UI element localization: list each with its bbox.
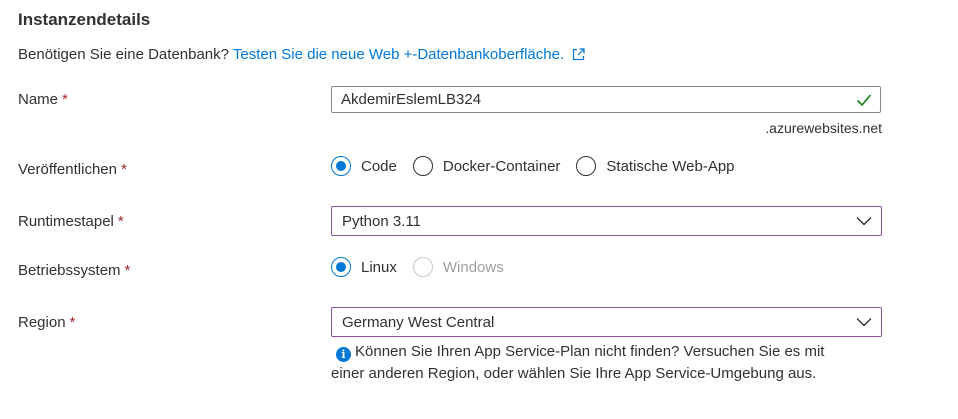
section-title: Instanzendetails [18, 10, 151, 29]
region-label-text: Region [18, 314, 66, 331]
os-label-text: Betriebssystem [18, 262, 121, 279]
database-hint: Benötigen Sie eine Datenbank? Testen Sie… [18, 46, 585, 63]
chevron-down-icon [856, 217, 872, 226]
region-dropdown-value: Germany West Central [342, 314, 495, 331]
required-marker: * [117, 213, 124, 230]
publish-option-docker[interactable]: Docker-Container [412, 156, 561, 176]
required-marker: * [69, 314, 76, 331]
region-info-line: i Können Sie Ihren App Service-Plan nicht… [331, 341, 891, 363]
chevron-down-icon [856, 318, 872, 327]
region-info-message: i Können Sie Ihren App Service-Plan nicht… [331, 341, 891, 385]
radio-checked-icon[interactable] [331, 156, 351, 176]
publish-label-text: Veröffentlichen [18, 161, 117, 178]
publish-option-static-web-app[interactable]: Statische Web-App [576, 156, 735, 176]
publish-option-label: Docker-Container [442, 157, 561, 175]
runtime-dropdown-value: Python 3.11 [342, 213, 421, 230]
domain-suffix: .azurewebsites.net [765, 120, 882, 136]
region-info-line: einer anderen Region, oder wählen Sie Ih… [331, 365, 817, 382]
publish-radio-group: Code Docker-Container Statische Web-App [331, 156, 751, 176]
info-icon: i [336, 347, 351, 362]
os-radio-group: Linux Windows [331, 257, 520, 277]
runtime-label-text: Runtimestapel [18, 213, 114, 230]
runtime-dropdown[interactable]: Python 3.11 [331, 206, 882, 236]
name-input-box[interactable] [331, 86, 881, 113]
checkmark-icon [856, 94, 872, 107]
web-database-link[interactable]: Testen Sie die neue Web +-Datenbankoberf… [233, 46, 585, 63]
region-info-text: Können Sie Ihren App Service-Plan nicht … [355, 343, 825, 360]
radio-checked-icon[interactable] [331, 257, 351, 277]
radio-unchecked-icon[interactable] [412, 156, 433, 176]
required-marker: * [124, 262, 131, 279]
os-label: Betriebssystem * [18, 262, 130, 279]
os-option-label: Linux [361, 258, 397, 276]
required-marker: * [120, 161, 127, 178]
radio-unchecked-icon[interactable] [576, 156, 597, 176]
os-option-linux[interactable]: Linux [331, 257, 397, 277]
region-label: Region * [18, 314, 75, 331]
web-database-link-text: Testen Sie die neue Web +-Datenbankoberf… [232, 46, 565, 63]
os-option-windows: Windows [412, 257, 504, 277]
os-option-label: Windows [442, 258, 504, 276]
name-label: Name * [18, 91, 68, 108]
name-input[interactable] [341, 91, 841, 108]
publish-option-code[interactable]: Code [331, 156, 397, 176]
required-marker: * [62, 91, 68, 108]
region-dropdown[interactable]: Germany West Central [331, 307, 882, 337]
external-link-icon [573, 48, 585, 61]
publish-label: Veröffentlichen * [18, 161, 127, 178]
publish-option-label: Code [361, 157, 397, 175]
runtime-label: Runtimestapel * [18, 213, 124, 230]
publish-option-label: Statische Web-App [606, 157, 735, 175]
database-hint-text: Benötigen Sie eine Datenbank? [18, 46, 229, 63]
radio-disabled-icon [412, 257, 433, 277]
name-label-text: Name [18, 91, 59, 108]
